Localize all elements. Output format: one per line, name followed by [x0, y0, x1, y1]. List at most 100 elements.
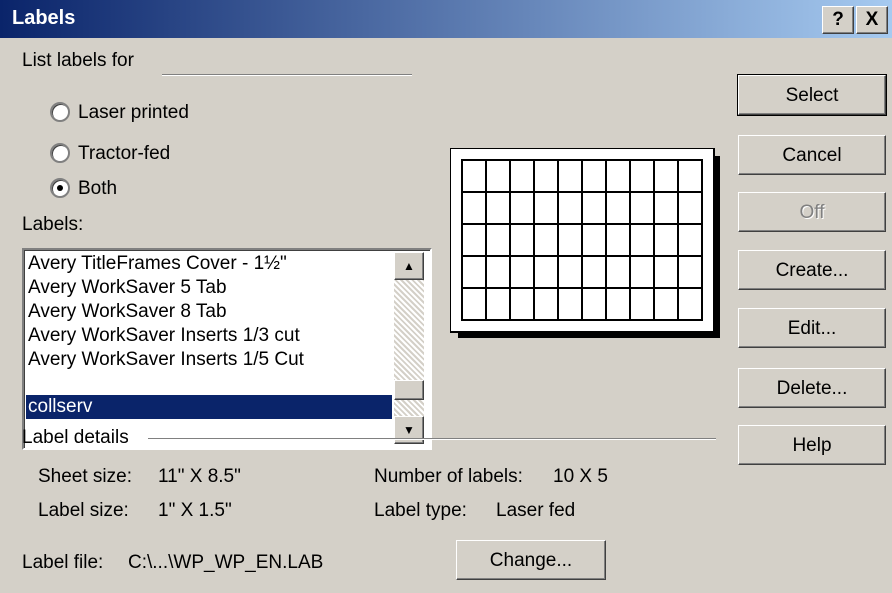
preview-label-cell	[677, 223, 703, 257]
close-icon: X	[865, 9, 879, 30]
preview-label-cell	[605, 191, 631, 225]
preview-label-cell	[485, 255, 511, 289]
preview-label-cell	[461, 255, 487, 289]
radio-both-button[interactable]	[50, 178, 70, 198]
number-of-labels-label: Number of labels:	[374, 466, 523, 487]
cancel-button[interactable]: Cancel	[738, 135, 886, 175]
number-of-labels-value: 10 X 5	[553, 466, 608, 487]
labels-dialog: List labels for Laser printed Tractor-fe…	[0, 38, 892, 593]
preview-label-cell	[461, 191, 487, 225]
label-details-divider	[148, 438, 716, 440]
preview-label-cell	[509, 287, 535, 321]
label-type-label: Label type:	[374, 500, 467, 521]
preview-label-cell	[629, 255, 655, 289]
preview-label-cell	[509, 191, 535, 225]
edit-button-label: Edit...	[787, 318, 837, 339]
list-item[interactable]: Avery WorkSaver 8 Tab	[28, 300, 227, 324]
scroll-up-button[interactable]: ▲	[394, 252, 424, 280]
preview-label-cell	[557, 223, 583, 257]
preview-label-cell	[533, 159, 559, 193]
preview-label-cell	[485, 287, 511, 321]
select-button-label: Select	[785, 85, 839, 106]
scroll-thumb[interactable]	[394, 380, 424, 400]
label-details-group-label: Label details	[22, 427, 129, 448]
preview-label-cell	[581, 223, 607, 257]
preview-label-cell	[653, 223, 679, 257]
preview-label-cell	[653, 287, 679, 321]
preview-grid	[461, 159, 703, 321]
window-title: Labels	[12, 7, 76, 29]
preview-label-cell	[485, 223, 511, 257]
preview-label-cell	[485, 191, 511, 225]
title-bar: Labels ? X	[0, 0, 892, 38]
list-item-selected[interactable]: collserv	[25, 394, 393, 420]
preview-label-cell	[629, 223, 655, 257]
preview-label-cell	[485, 159, 511, 193]
off-button-label: Off	[799, 202, 825, 223]
create-button[interactable]: Create...	[738, 250, 886, 290]
list-item[interactable]: Avery WorkSaver 5 Tab	[28, 276, 227, 300]
preview-label-cell	[653, 159, 679, 193]
select-button[interactable]: Select	[737, 74, 887, 116]
preview-label-cell	[581, 287, 607, 321]
preview-label-cell	[581, 255, 607, 289]
preview-label-cell	[461, 287, 487, 321]
delete-button-label: Delete...	[776, 378, 848, 399]
preview-label-cell	[533, 223, 559, 257]
preview-label-cell	[677, 191, 703, 225]
preview-label-cell	[605, 159, 631, 193]
radio-tractor-fed-button[interactable]	[50, 143, 70, 163]
preview-label-cell	[461, 159, 487, 193]
preview-label-cell	[605, 255, 631, 289]
preview-label-cell	[629, 159, 655, 193]
list-item[interactable]: Avery WorkSaver Inserts 1/5 Cut	[28, 348, 304, 372]
label-sheet-preview	[450, 148, 720, 338]
arrow-up-icon: ▲	[403, 259, 415, 273]
help-title-button[interactable]: ?	[822, 6, 854, 34]
change-button-label: Change...	[489, 550, 573, 571]
label-file-path: C:\...\WP_WP_EN.LAB	[128, 552, 324, 573]
help-button-label: Help	[792, 435, 832, 456]
off-button[interactable]: Off	[738, 192, 886, 232]
list-item[interactable]: Avery TitleFrames Cover - 1½"	[28, 252, 287, 276]
preview-label-cell	[509, 159, 535, 193]
preview-label-cell	[653, 191, 679, 225]
preview-label-cell	[509, 255, 535, 289]
radio-selected-dot	[57, 185, 63, 191]
labels-list-scrollbar[interactable]: ▲ ▼	[394, 252, 424, 444]
preview-label-cell	[557, 287, 583, 321]
list-labels-for-divider	[162, 74, 412, 76]
sheet-size-value: 11" X 8.5"	[158, 466, 241, 487]
label-size-label: Label size:	[38, 500, 129, 521]
label-type-value: Laser fed	[496, 500, 576, 521]
sheet-size-label: Sheet size:	[38, 466, 132, 487]
radio-both-label: Both	[78, 178, 118, 199]
preview-label-cell	[581, 159, 607, 193]
list-labels-for-group-label: List labels for	[22, 50, 134, 71]
change-button[interactable]: Change...	[456, 540, 606, 580]
cancel-button-label: Cancel	[782, 145, 842, 166]
radio-tractor-fed-label: Tractor-fed	[78, 143, 171, 164]
edit-button[interactable]: Edit...	[738, 308, 886, 348]
preview-label-cell	[461, 223, 487, 257]
preview-label-cell	[557, 255, 583, 289]
list-item[interactable]: Avery WorkSaver Inserts 1/3 cut	[28, 324, 300, 348]
preview-label-cell	[629, 191, 655, 225]
label-size-value: 1" X 1.5"	[158, 500, 232, 521]
preview-label-cell	[605, 223, 631, 257]
help-button[interactable]: Help	[738, 425, 886, 465]
preview-label-cell	[677, 159, 703, 193]
preview-label-cell	[581, 191, 607, 225]
delete-button[interactable]: Delete...	[738, 368, 886, 408]
preview-label-cell	[653, 255, 679, 289]
arrow-down-icon: ▼	[403, 423, 415, 437]
close-button[interactable]: X	[856, 6, 888, 34]
preview-label-cell	[557, 191, 583, 225]
preview-label-cell	[557, 159, 583, 193]
labels-listbox[interactable]: Avery TitleFrames Cover - 1½" Avery Work…	[22, 248, 432, 450]
preview-label-cell	[533, 287, 559, 321]
preview-label-cell	[605, 287, 631, 321]
label-file-label: Label file:	[22, 552, 104, 573]
radio-laser-printed-button[interactable]	[50, 102, 70, 122]
preview-label-cell	[677, 287, 703, 321]
